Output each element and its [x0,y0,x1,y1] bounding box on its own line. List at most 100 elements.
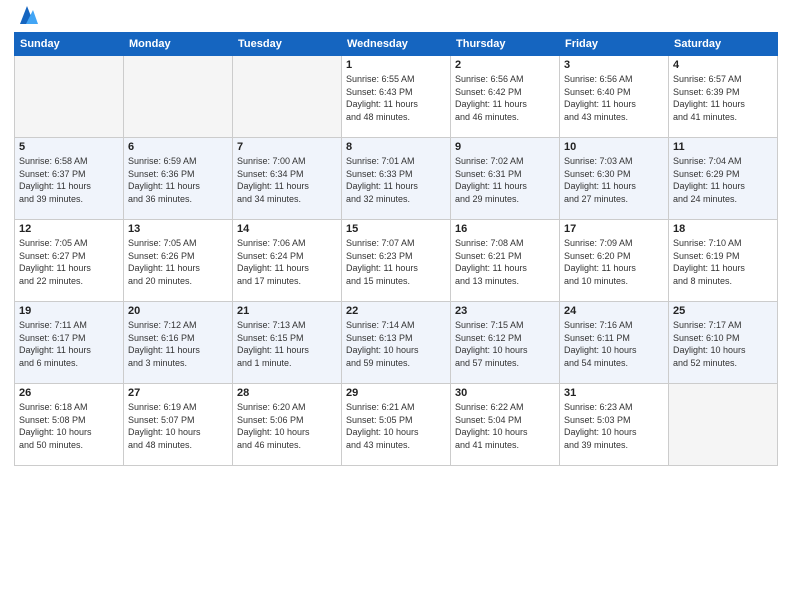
day-info: Sunrise: 7:00 AM Sunset: 6:34 PM Dayligh… [237,155,337,205]
calendar-week-row: 12 Sunrise: 7:05 AM Sunset: 6:27 PM Dayli… [15,220,778,302]
day-number: 27 [128,387,228,399]
calendar-cell: 19 Sunrise: 7:11 AM Sunset: 6:17 PM Dayli… [15,302,124,384]
day-number: 26 [19,387,119,399]
day-number: 14 [237,223,337,235]
calendar-cell: 5Sunrise: 6:58 AM Sunset: 6:37 PM Daylig… [15,138,124,220]
calendar-cell: 12 Sunrise: 7:05 AM Sunset: 6:27 PM Dayli… [15,220,124,302]
day-number: 24 [564,305,664,317]
day-info: Sunrise: 6:59 AM Sunset: 6:36 PM Dayligh… [128,155,228,205]
day-info: Sunrise: 7:12 AM Sunset: 6:16 PM Dayligh… [128,319,228,369]
calendar-cell: 24 Sunrise: 7:16 AM Sunset: 6:11 PM Dayli… [560,302,669,384]
calendar-cell: 3Sunrise: 6:56 AM Sunset: 6:40 PM Daylig… [560,56,669,138]
day-number: 8 [346,141,446,153]
day-number: 10 [564,141,664,153]
day-number: 22 [346,305,446,317]
calendar-week-row: 26 Sunrise: 6:18 AM Sunset: 5:08 PM Dayli… [15,384,778,466]
day-info: Sunrise: 7:15 AM Sunset: 6:12 PM Dayligh… [455,319,555,369]
day-info: Sunrise: 7:14 AM Sunset: 6:13 PM Dayligh… [346,319,446,369]
day-number: 21 [237,305,337,317]
calendar-cell: 10 Sunrise: 7:03 AM Sunset: 6:30 PM Dayli… [560,138,669,220]
day-info: Sunrise: 7:02 AM Sunset: 6:31 PM Dayligh… [455,155,555,205]
calendar-cell: 1 Sunrise: 6:55 AM Sunset: 6:43 PM Daylig… [342,56,451,138]
calendar-week-row: 5Sunrise: 6:58 AM Sunset: 6:37 PM Daylig… [15,138,778,220]
header-wednesday: Wednesday [342,33,451,56]
day-number: 16 [455,223,555,235]
day-info: Sunrise: 6:22 AM Sunset: 5:04 PM Dayligh… [455,401,555,451]
calendar-cell: 22 Sunrise: 7:14 AM Sunset: 6:13 PM Dayli… [342,302,451,384]
header-saturday: Saturday [669,33,778,56]
calendar-table: Sunday Monday Tuesday Wednesday Thursday… [14,32,778,466]
day-number: 15 [346,223,446,235]
day-number: 4 [673,59,773,71]
day-number: 19 [19,305,119,317]
header-thursday: Thursday [451,33,560,56]
calendar-cell: 17Sunrise: 7:09 AM Sunset: 6:20 PM Dayli… [560,220,669,302]
day-info: Sunrise: 7:01 AM Sunset: 6:33 PM Dayligh… [346,155,446,205]
calendar-cell: 29Sunrise: 6:21 AM Sunset: 5:05 PM Dayli… [342,384,451,466]
calendar-cell [124,56,233,138]
day-number: 12 [19,223,119,235]
day-info: Sunrise: 6:55 AM Sunset: 6:43 PM Dayligh… [346,73,446,123]
day-number: 9 [455,141,555,153]
calendar-cell: 20 Sunrise: 7:12 AM Sunset: 6:16 PM Dayli… [124,302,233,384]
day-number: 13 [128,223,228,235]
calendar-cell: 15 Sunrise: 7:07 AM Sunset: 6:23 PM Dayli… [342,220,451,302]
calendar-cell [15,56,124,138]
day-info: Sunrise: 6:18 AM Sunset: 5:08 PM Dayligh… [19,401,119,451]
calendar-cell: 27 Sunrise: 6:19 AM Sunset: 5:07 PM Dayli… [124,384,233,466]
calendar-cell: 7 Sunrise: 7:00 AM Sunset: 6:34 PM Daylig… [233,138,342,220]
calendar-cell: 28 Sunrise: 6:20 AM Sunset: 5:06 PM Dayli… [233,384,342,466]
day-number: 28 [237,387,337,399]
day-number: 20 [128,305,228,317]
day-info: Sunrise: 6:57 AM Sunset: 6:39 PM Dayligh… [673,73,773,123]
day-info: Sunrise: 7:06 AM Sunset: 6:24 PM Dayligh… [237,237,337,287]
calendar-cell: 26 Sunrise: 6:18 AM Sunset: 5:08 PM Dayli… [15,384,124,466]
header-sunday: Sunday [15,33,124,56]
day-number: 11 [673,141,773,153]
calendar-week-row: 1 Sunrise: 6:55 AM Sunset: 6:43 PM Daylig… [15,56,778,138]
day-info: Sunrise: 7:10 AM Sunset: 6:19 PM Dayligh… [673,237,773,287]
header [14,10,778,24]
weekday-header-row: Sunday Monday Tuesday Wednesday Thursday… [15,33,778,56]
calendar-cell: 13 Sunrise: 7:05 AM Sunset: 6:26 PM Dayli… [124,220,233,302]
day-number: 6 [128,141,228,153]
header-tuesday: Tuesday [233,33,342,56]
day-info: Sunrise: 7:05 AM Sunset: 6:26 PM Dayligh… [128,237,228,287]
day-number: 29 [346,387,446,399]
calendar-cell: 31 Sunrise: 6:23 AM Sunset: 5:03 PM Dayli… [560,384,669,466]
day-number: 5 [19,141,119,153]
day-info: Sunrise: 6:56 AM Sunset: 6:40 PM Dayligh… [564,73,664,123]
calendar-cell: 30 Sunrise: 6:22 AM Sunset: 5:04 PM Dayli… [451,384,560,466]
day-number: 1 [346,59,446,71]
day-info: Sunrise: 7:08 AM Sunset: 6:21 PM Dayligh… [455,237,555,287]
calendar-cell [233,56,342,138]
header-monday: Monday [124,33,233,56]
day-number: 30 [455,387,555,399]
calendar-cell: 14 Sunrise: 7:06 AM Sunset: 6:24 PM Dayli… [233,220,342,302]
calendar-cell: 23Sunrise: 7:15 AM Sunset: 6:12 PM Dayli… [451,302,560,384]
day-info: Sunrise: 7:07 AM Sunset: 6:23 PM Dayligh… [346,237,446,287]
day-info: Sunrise: 7:05 AM Sunset: 6:27 PM Dayligh… [19,237,119,287]
day-info: Sunrise: 7:16 AM Sunset: 6:11 PM Dayligh… [564,319,664,369]
day-info: Sunrise: 6:20 AM Sunset: 5:06 PM Dayligh… [237,401,337,451]
day-info: Sunrise: 7:17 AM Sunset: 6:10 PM Dayligh… [673,319,773,369]
calendar-cell: 4 Sunrise: 6:57 AM Sunset: 6:39 PM Daylig… [669,56,778,138]
day-info: Sunrise: 7:11 AM Sunset: 6:17 PM Dayligh… [19,319,119,369]
day-number: 7 [237,141,337,153]
day-info: Sunrise: 6:23 AM Sunset: 5:03 PM Dayligh… [564,401,664,451]
day-number: 18 [673,223,773,235]
calendar-cell: 9 Sunrise: 7:02 AM Sunset: 6:31 PM Daylig… [451,138,560,220]
calendar-cell: 6 Sunrise: 6:59 AM Sunset: 6:36 PM Daylig… [124,138,233,220]
calendar-cell: 21Sunrise: 7:13 AM Sunset: 6:15 PM Dayli… [233,302,342,384]
day-info: Sunrise: 7:03 AM Sunset: 6:30 PM Dayligh… [564,155,664,205]
page: Sunday Monday Tuesday Wednesday Thursday… [0,0,792,612]
calendar-cell: 18 Sunrise: 7:10 AM Sunset: 6:19 PM Dayli… [669,220,778,302]
calendar-cell: 16 Sunrise: 7:08 AM Sunset: 6:21 PM Dayli… [451,220,560,302]
day-info: Sunrise: 7:04 AM Sunset: 6:29 PM Dayligh… [673,155,773,205]
day-number: 31 [564,387,664,399]
logo [14,10,38,24]
calendar-cell: 2Sunrise: 6:56 AM Sunset: 6:42 PM Daylig… [451,56,560,138]
day-info: Sunrise: 6:19 AM Sunset: 5:07 PM Dayligh… [128,401,228,451]
day-number: 2 [455,59,555,71]
day-number: 17 [564,223,664,235]
